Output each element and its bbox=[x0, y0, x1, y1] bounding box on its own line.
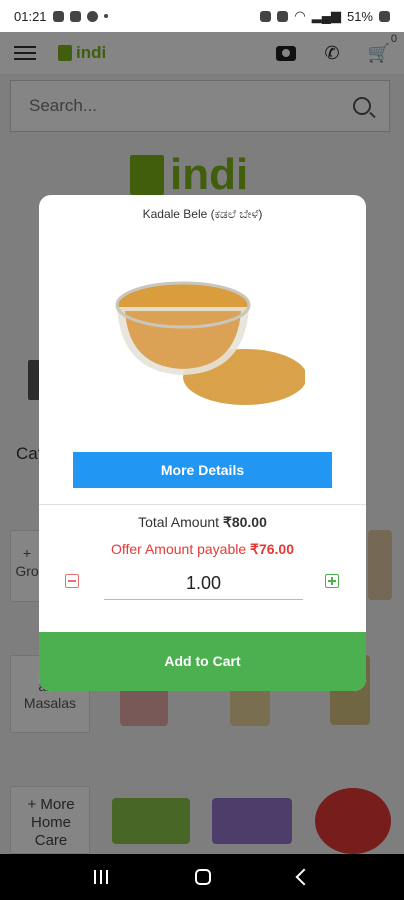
whatsapp-icon bbox=[86, 10, 98, 22]
more-notifications-icon bbox=[103, 14, 108, 18]
notification-icon bbox=[52, 10, 64, 22]
status-time: 01:21 bbox=[14, 8, 47, 24]
increase-quantity-icon[interactable] bbox=[325, 574, 339, 588]
offer-amount-value: ₹76.00 bbox=[250, 541, 294, 557]
total-amount-value: ₹80.00 bbox=[222, 514, 267, 530]
status-bar: 01:21 ◠ ▂▄▆ 51% bbox=[0, 0, 404, 32]
divider bbox=[39, 504, 366, 505]
add-to-cart-button[interactable]: Add to Cart bbox=[39, 632, 366, 691]
nfc-icon bbox=[277, 10, 289, 22]
decrease-quantity-icon[interactable] bbox=[65, 574, 79, 588]
offer-amount: Offer Amount payable ₹76.00 bbox=[39, 541, 366, 558]
recents-icon[interactable] bbox=[93, 870, 108, 884]
back-icon[interactable] bbox=[295, 868, 313, 886]
product-dialog: Kadale Bele (ಕಡಲೆ ಬೇಳೆ) More Details Tot… bbox=[39, 195, 366, 691]
battery-level: 51% bbox=[346, 8, 373, 24]
battery-icon bbox=[379, 10, 390, 22]
product-title: Kadale Bele (ಕಡಲೆ ಬೇಳೆ) bbox=[142, 207, 263, 221]
signal-icon: ▂▄▆ bbox=[311, 8, 341, 23]
messenger-icon bbox=[69, 10, 81, 22]
system-nav-bar bbox=[0, 854, 404, 900]
more-details-button[interactable]: More Details bbox=[73, 452, 332, 488]
wifi-icon: ◠ bbox=[294, 8, 306, 23]
quantity-field[interactable] bbox=[104, 567, 303, 600]
total-amount-label: Total Amount bbox=[138, 514, 223, 530]
alarm-icon bbox=[260, 10, 272, 22]
product-image bbox=[115, 281, 305, 405]
home-icon[interactable] bbox=[194, 869, 211, 885]
total-amount: Total Amount ₹80.00 bbox=[39, 514, 366, 531]
offer-amount-label: Offer Amount payable bbox=[110, 541, 251, 557]
